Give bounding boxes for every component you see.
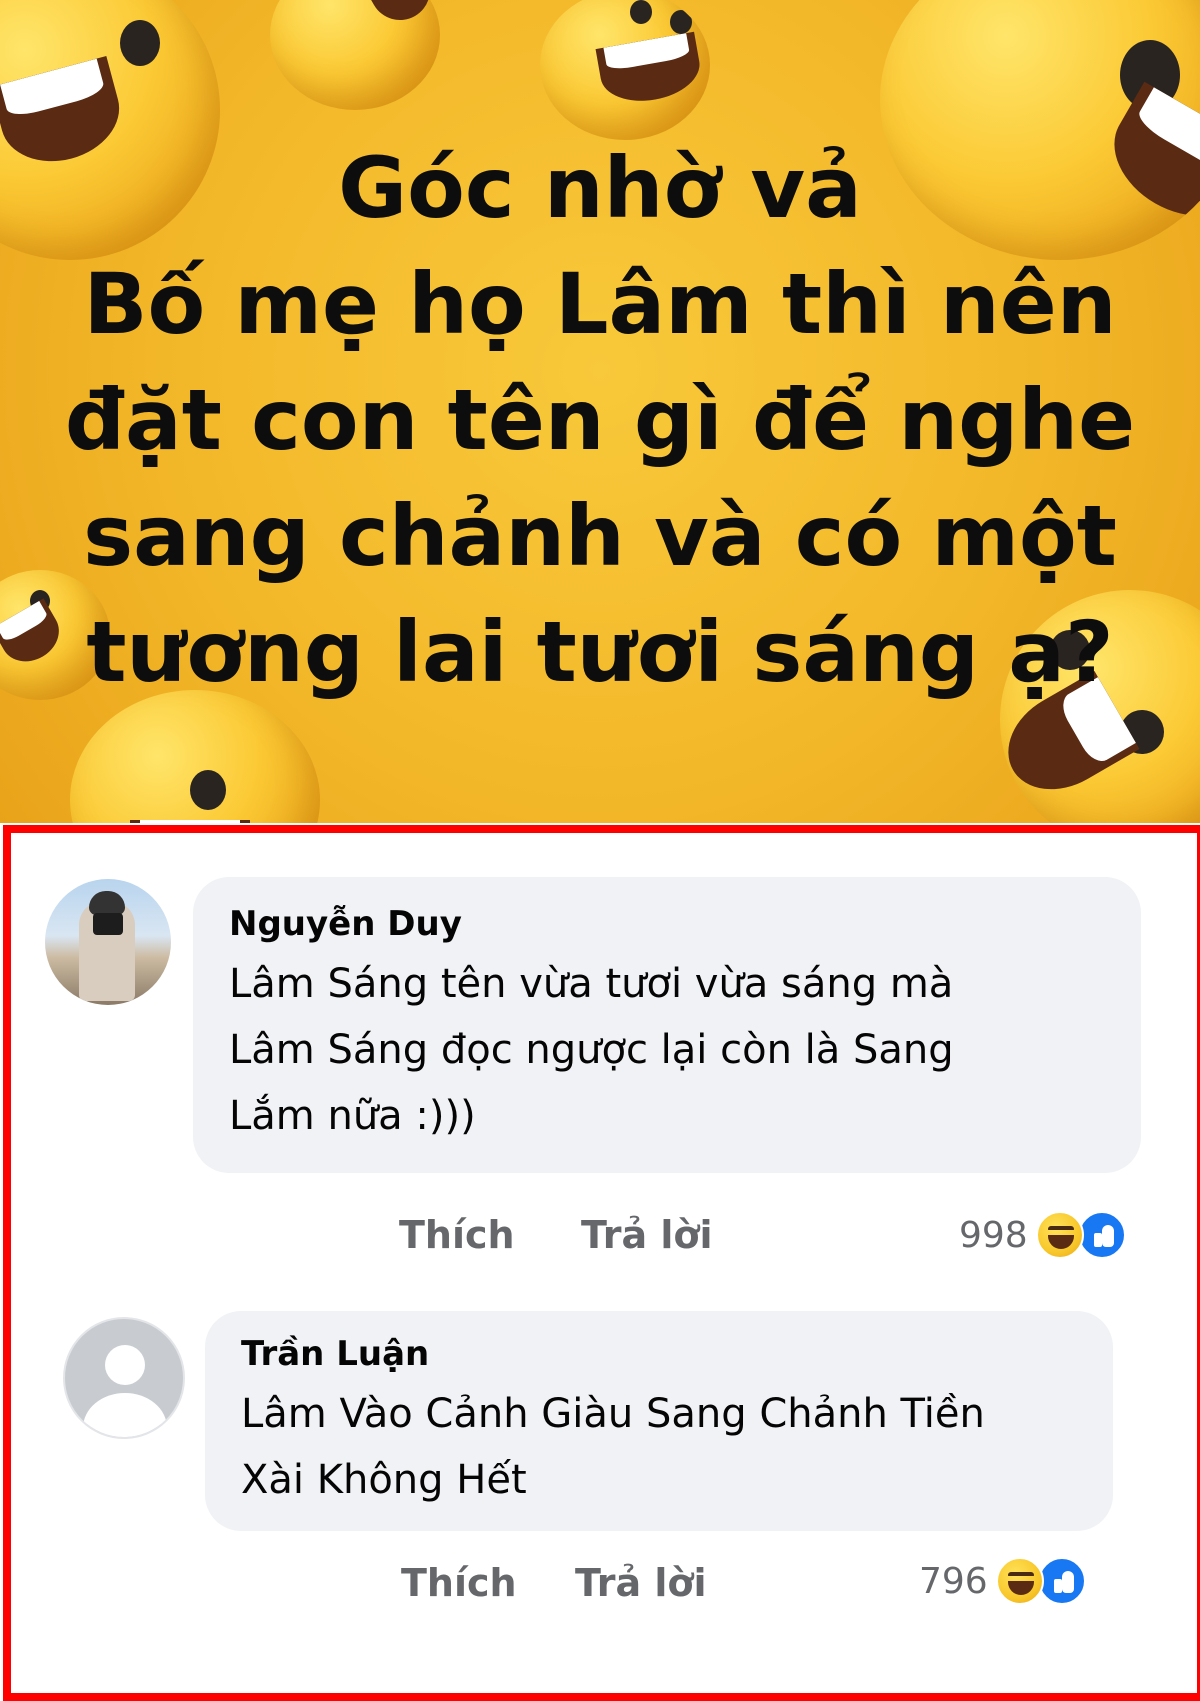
post-title: Góc nhờ vả Bố mẹ họ Lâm thì nên đặt con …: [0, 130, 1200, 710]
reply-button[interactable]: Trả lời: [581, 1213, 713, 1257]
default-avatar-head: [105, 1345, 145, 1385]
comment-text-line: Lắm nữa :))): [229, 1093, 476, 1139]
comment-author[interactable]: Trần Luận: [241, 1331, 1077, 1377]
like-icon: [1037, 1557, 1086, 1605]
post-image-banner: Góc nhờ vả Bố mẹ họ Lâm thì nên đặt con …: [0, 0, 1200, 823]
comment-text: Lâm Vào Cảnh Giàu Sang Chảnh Tiền Xài Kh…: [241, 1381, 1077, 1513]
comment-author[interactable]: Nguyễn Duy: [229, 901, 1105, 947]
laughing-emoji-icon: [270, 0, 440, 110]
reply-button[interactable]: Trả lời: [575, 1561, 707, 1605]
default-avatar-body: [83, 1393, 167, 1437]
post-title-line: tương lai tươi sáng ạ?: [86, 603, 1114, 701]
reaction-count: 796: [919, 1560, 988, 1602]
haha-icon: [995, 1557, 1044, 1605]
comment-text-line: Lâm Sáng đọc ngược lại còn là Sang: [229, 1027, 954, 1073]
comment-text-line: Xài Không Hết: [241, 1457, 527, 1503]
like-icon: [1077, 1211, 1126, 1259]
comments-panel: Nguyễn Duy Lâm Sáng tên vừa tươi vừa sán…: [3, 825, 1200, 1701]
post-title-line: Góc nhờ vả: [338, 139, 862, 237]
comment-text-line: Lâm Vào Cảnh Giàu Sang Chảnh Tiền: [241, 1391, 985, 1437]
reaction-summary[interactable]: 998: [959, 1211, 1126, 1259]
avatar[interactable]: [45, 879, 171, 1005]
like-button[interactable]: Thích: [399, 1213, 515, 1257]
haha-icon: [1035, 1211, 1084, 1259]
comment-text-line: Lâm Sáng tên vừa tươi vừa sáng mà: [229, 961, 954, 1007]
comment-text: Lâm Sáng tên vừa tươi vừa sáng mà Lâm Sá…: [229, 951, 1105, 1149]
comment-bubble: Trần Luận Lâm Vào Cảnh Giàu Sang Chảnh T…: [205, 1311, 1113, 1531]
post-title-line: Bố mẹ họ Lâm thì nên: [83, 255, 1117, 353]
reaction-count: 998: [959, 1214, 1028, 1256]
comment-bubble: Nguyễn Duy Lâm Sáng tên vừa tươi vừa sán…: [193, 877, 1141, 1173]
post-title-line: đặt con tên gì để nghe: [64, 371, 1136, 469]
post-title-line: sang chảnh và có một: [83, 487, 1117, 585]
hair-shape: [89, 891, 125, 915]
like-button[interactable]: Thích: [401, 1561, 517, 1605]
reaction-summary[interactable]: 796: [919, 1557, 1086, 1605]
camera-icon: [93, 913, 123, 935]
avatar[interactable]: [63, 1317, 185, 1439]
laughing-emoji-icon: [540, 0, 710, 140]
